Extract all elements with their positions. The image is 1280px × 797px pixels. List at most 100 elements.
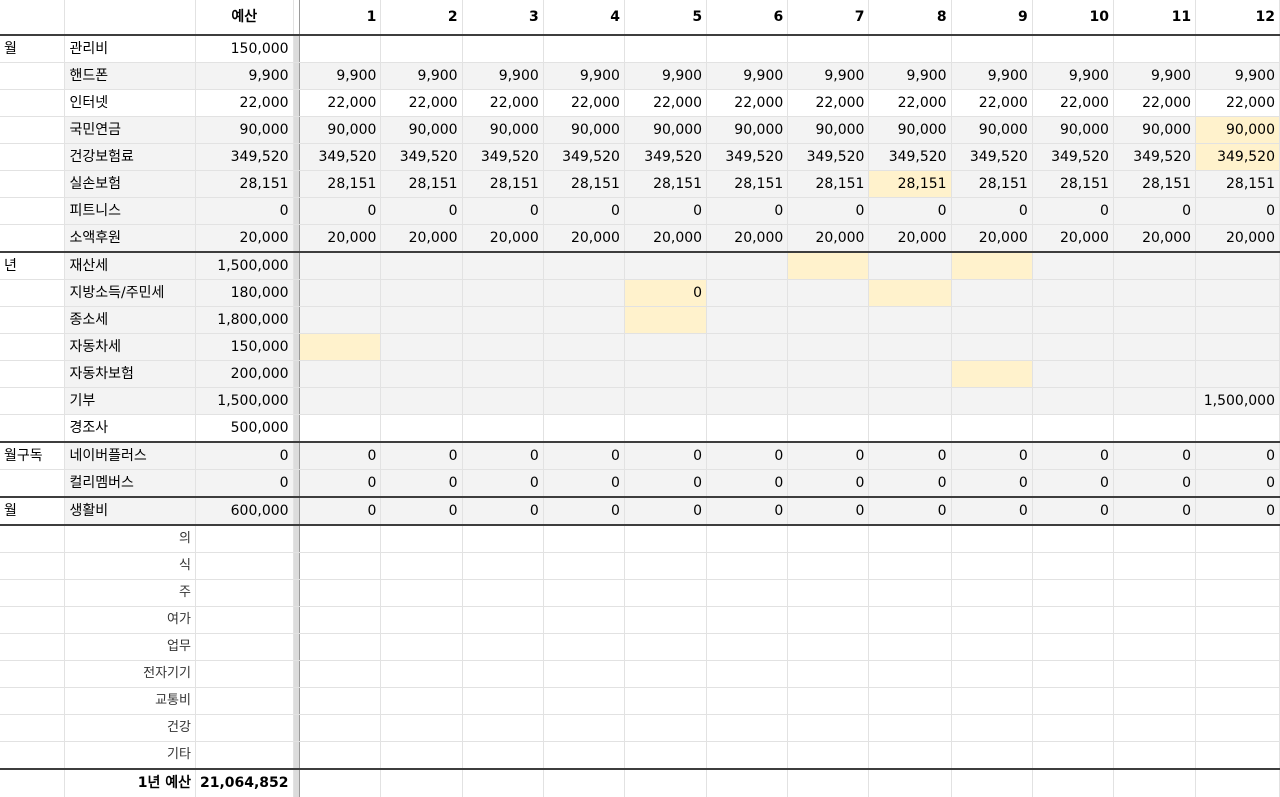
month-cell[interactable] — [1032, 333, 1114, 361]
month-cell[interactable] — [380, 741, 463, 770]
category-cell[interactable]: 년 — [0, 252, 66, 280]
month-cell[interactable]: 0 — [1113, 497, 1197, 526]
month-cell[interactable]: 0 — [706, 469, 789, 498]
month-cell[interactable] — [787, 660, 870, 688]
month-cell[interactable] — [787, 552, 870, 580]
month-cell[interactable] — [868, 525, 952, 553]
month-cell[interactable] — [1032, 606, 1114, 634]
month-cell[interactable] — [787, 579, 870, 607]
month-cell[interactable] — [1113, 606, 1197, 634]
category-cell[interactable]: 월 — [0, 497, 66, 526]
month-cell[interactable] — [624, 360, 708, 388]
month-cell[interactable] — [543, 414, 625, 443]
month-cell[interactable]: 9,900 — [462, 62, 544, 90]
month-cell[interactable]: 0 — [706, 442, 789, 470]
month-cell[interactable]: 0 — [380, 197, 463, 225]
month-cell[interactable]: 20,000 — [624, 224, 708, 253]
empty-category-cell[interactable] — [0, 333, 66, 361]
month-cell[interactable] — [868, 741, 952, 770]
empty-category-cell[interactable] — [0, 62, 66, 90]
month-cell[interactable] — [1032, 768, 1114, 797]
budget-cell[interactable] — [195, 633, 294, 661]
month-cell[interactable]: 349,520 — [706, 143, 789, 171]
month-cell[interactable]: 0 — [624, 442, 708, 470]
header-month-5[interactable]: 5 — [624, 0, 708, 36]
month-cell[interactable]: 90,000 — [1032, 116, 1114, 144]
month-cell[interactable] — [787, 279, 870, 307]
month-cell[interactable]: 0 — [380, 442, 463, 470]
month-cell[interactable] — [380, 579, 463, 607]
month-cell[interactable] — [462, 633, 544, 661]
frozen-pane-divider[interactable] — [292, 387, 301, 415]
month-cell[interactable] — [1113, 360, 1197, 388]
header-month-1[interactable]: 1 — [299, 0, 382, 36]
item-name-cell[interactable]: 소액후원 — [64, 224, 196, 253]
month-cell[interactable] — [951, 279, 1033, 307]
month-cell[interactable]: 0 — [543, 469, 625, 498]
month-cell[interactable]: 28,151 — [787, 170, 870, 198]
month-cell[interactable] — [868, 306, 952, 334]
month-cell[interactable]: 1,500,000 — [1195, 387, 1280, 415]
item-name-cell[interactable]: 재산세 — [64, 252, 196, 280]
month-cell[interactable] — [543, 768, 625, 797]
month-cell[interactable]: 9,900 — [1032, 62, 1114, 90]
month-cell[interactable]: 22,000 — [462, 89, 544, 117]
month-cell[interactable] — [624, 387, 708, 415]
header-budget-cell[interactable]: 예산 — [195, 0, 294, 36]
month-cell[interactable] — [951, 606, 1033, 634]
month-cell[interactable]: 22,000 — [868, 89, 952, 117]
month-cell[interactable] — [951, 360, 1033, 388]
month-cell[interactable]: 90,000 — [1113, 116, 1197, 144]
month-cell[interactable] — [1032, 741, 1114, 770]
month-cell[interactable] — [1113, 525, 1197, 553]
item-name-cell[interactable]: 실손보험 — [64, 170, 196, 198]
month-cell[interactable] — [868, 414, 952, 443]
empty-category-cell[interactable] — [0, 525, 66, 553]
month-cell[interactable] — [380, 525, 463, 553]
month-cell[interactable] — [706, 360, 789, 388]
month-cell[interactable]: 22,000 — [787, 89, 870, 117]
header-month-9[interactable]: 9 — [951, 0, 1033, 36]
month-cell[interactable]: 20,000 — [868, 224, 952, 253]
month-cell[interactable] — [462, 252, 544, 280]
month-cell[interactable] — [1195, 525, 1280, 553]
frozen-pane-divider[interactable] — [292, 360, 301, 388]
frozen-pane-divider[interactable] — [292, 606, 301, 634]
month-cell[interactable] — [1195, 606, 1280, 634]
month-cell[interactable] — [299, 252, 382, 280]
subcategory-cell[interactable]: 여가 — [64, 606, 196, 634]
month-cell[interactable] — [787, 687, 870, 715]
month-cell[interactable] — [1113, 552, 1197, 580]
month-cell[interactable] — [951, 414, 1033, 443]
month-cell[interactable]: 28,151 — [1113, 170, 1197, 198]
month-cell[interactable] — [1113, 687, 1197, 715]
category-cell[interactable]: 월구독 — [0, 442, 66, 470]
month-cell[interactable]: 0 — [299, 497, 382, 526]
item-name-cell[interactable]: 지방소득/주민세 — [64, 279, 196, 307]
month-cell[interactable] — [299, 414, 382, 443]
header-month-7[interactable]: 7 — [787, 0, 870, 36]
month-cell[interactable] — [380, 35, 463, 63]
month-cell[interactable] — [868, 768, 952, 797]
month-cell[interactable]: 20,000 — [706, 224, 789, 253]
empty-category-cell[interactable] — [0, 741, 66, 770]
month-cell[interactable]: 22,000 — [706, 89, 789, 117]
item-name-cell[interactable]: 자동차보험 — [64, 360, 196, 388]
empty-category-cell[interactable] — [0, 606, 66, 634]
month-cell[interactable] — [1113, 279, 1197, 307]
empty-category-cell[interactable] — [0, 306, 66, 334]
empty-category-cell[interactable] — [0, 552, 66, 580]
frozen-pane-divider[interactable] — [292, 525, 301, 553]
month-cell[interactable] — [868, 579, 952, 607]
month-cell[interactable] — [299, 768, 382, 797]
month-cell[interactable] — [543, 606, 625, 634]
month-cell[interactable] — [1113, 333, 1197, 361]
header-item-cell[interactable] — [64, 0, 196, 36]
month-cell[interactable]: 0 — [787, 442, 870, 470]
month-cell[interactable]: 22,000 — [951, 89, 1033, 117]
month-cell[interactable] — [299, 714, 382, 742]
month-cell[interactable] — [1195, 35, 1280, 63]
frozen-pane-divider[interactable] — [292, 143, 301, 171]
month-cell[interactable] — [624, 768, 708, 797]
month-cell[interactable] — [1032, 552, 1114, 580]
